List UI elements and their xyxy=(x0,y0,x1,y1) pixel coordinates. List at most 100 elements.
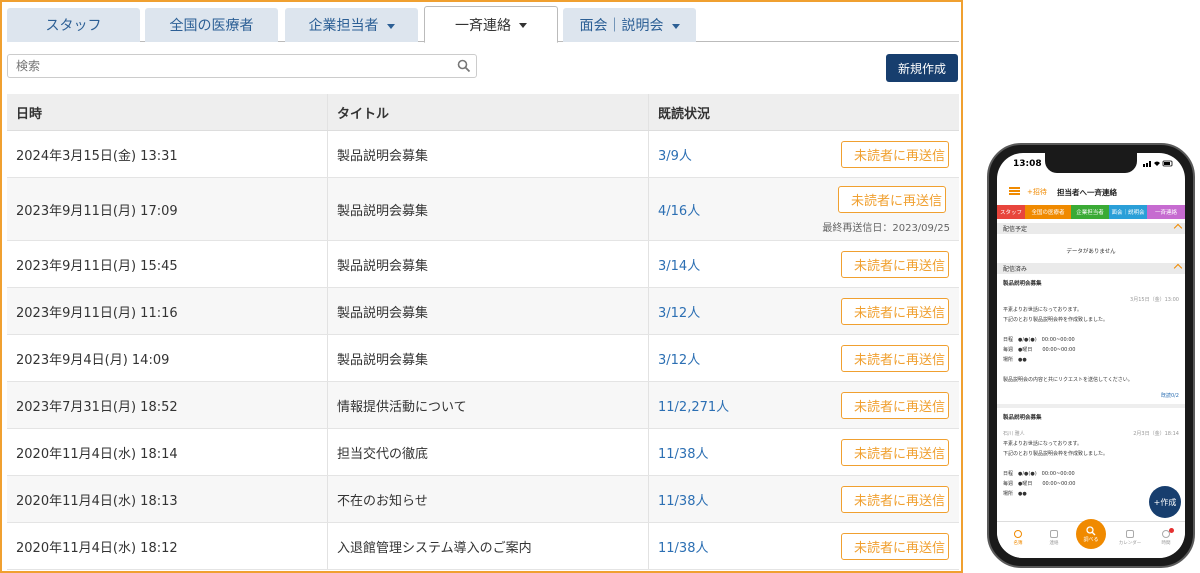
table-row[interactable]: 2024年3月15日(金) 13:31 製品説明会募集 3/9人 未読者に再送信 xyxy=(7,131,959,178)
message-line: 下記のとおり製品説明会枠を作成致しました。 xyxy=(1003,451,1109,457)
read-count-link[interactable]: 3/12人 xyxy=(658,302,700,321)
cell-datetime: 2023年9月4日(月) 14:09 xyxy=(7,335,328,381)
read-count-link[interactable]: 3/14人 xyxy=(658,255,700,274)
phone-tab[interactable]: スタッフ xyxy=(997,205,1025,219)
no-data-text: データがありません xyxy=(1066,249,1116,255)
mail-icon xyxy=(1050,530,1058,538)
cell-title: 製品説明会募集 xyxy=(328,178,649,240)
bottom-nav: 名簿 連絡 調べる カレンダー 時間 xyxy=(997,519,1185,558)
calendar-icon xyxy=(1126,530,1134,538)
phone-tab[interactable]: 一斉連絡 xyxy=(1147,205,1185,219)
cell-title: 入退館管理システム導入のご案内 xyxy=(328,523,649,569)
table-row[interactable]: 2023年7月31日(月) 18:52 情報提供活動について 11/2,271人 未読… xyxy=(7,382,959,429)
cell-datetime: 2024年3月15日(金) 13:31 xyxy=(7,131,328,177)
desktop-panel: スタッフ 全国の医療者 企業担当者 一斉連絡 面会｜説明会 新規作成 日時 タイ… xyxy=(0,0,963,573)
cell-title: 製品説明会募集 xyxy=(328,288,649,334)
chevron-down-icon xyxy=(671,23,680,29)
table-row[interactable]: 2023年9月11日(月) 15:45 製品説明会募集 3/14人 未読者に再送信 xyxy=(7,241,959,288)
read-count-link[interactable]: 3/9人 xyxy=(658,145,692,164)
nav-time[interactable]: 時間 xyxy=(1151,528,1181,546)
section-scheduled[interactable]: 配信予定 xyxy=(997,223,1185,234)
read-count-link[interactable]: 11/38人 xyxy=(658,443,708,462)
resend-button[interactable]: 未読者に再送信 xyxy=(841,533,949,560)
resend-button[interactable]: 未読者に再送信 xyxy=(841,251,949,278)
read-count-link[interactable]: 11/38人 xyxy=(658,490,708,509)
message-detail: 場所 ●● xyxy=(1003,491,1027,497)
read-count-link[interactable]: 11/38人 xyxy=(658,537,708,556)
nav-roster[interactable]: 名簿 xyxy=(1003,530,1033,546)
phone-tab[interactable]: 全国の医療者 xyxy=(1025,205,1071,219)
message-title: 製品説明会募集 xyxy=(1003,281,1042,287)
cell-datetime: 2023年9月11日(月) 15:45 xyxy=(7,241,328,287)
message-detail: 場所 ●● xyxy=(1003,357,1027,363)
read-count-link[interactable]: 3/12人 xyxy=(658,349,700,368)
phone-clock: 13:08 xyxy=(1013,159,1042,169)
table-row[interactable]: 2023年9月4日(月) 14:09 製品説明会募集 3/12人 未読者に再送信 xyxy=(7,335,959,382)
phone-tab[interactable]: 企業担当者 xyxy=(1071,205,1109,219)
cell-datetime: 2020年11月4日(水) 18:14 xyxy=(7,429,328,475)
invite-link[interactable]: +招待 xyxy=(1027,187,1047,197)
message-sender: 石川 雅人 xyxy=(1003,431,1025,437)
new-button[interactable]: 新規作成 xyxy=(886,54,958,82)
table-row[interactable]: 2020年11月4日(水) 18:13 不在のお知らせ 11/38人 未読者に再送信 xyxy=(7,476,959,523)
chevron-up-icon xyxy=(1173,223,1183,233)
cell-title: 不在のお知らせ xyxy=(328,476,649,522)
search-icon[interactable] xyxy=(457,59,471,73)
resend-button[interactable]: 未読者に再送信 xyxy=(841,298,949,325)
nav-contact[interactable]: 連絡 xyxy=(1039,530,1069,546)
tab-bar: スタッフ 全国の医療者 企業担当者 一斉連絡 面会｜説明会 xyxy=(7,6,959,43)
table-body: 2024年3月15日(金) 13:31 製品説明会募集 3/9人 未読者に再送信 202… xyxy=(7,131,959,570)
message-detail: 日程 ●/●(●) 00:00~00:00 xyxy=(1003,471,1075,477)
read-count-link[interactable]: 4/16人 xyxy=(658,200,700,219)
search-input[interactable] xyxy=(7,54,477,78)
nav-search[interactable]: 調べる xyxy=(1076,519,1106,549)
chevron-down-icon xyxy=(386,23,395,29)
message-read-count[interactable]: 既読0/2 xyxy=(1161,392,1179,399)
resend-button[interactable]: 未読者に再送信 xyxy=(841,392,949,419)
nav-calendar[interactable]: カレンダー xyxy=(1115,530,1145,546)
resend-button[interactable]: 未読者に再送信 xyxy=(841,141,949,168)
table-row[interactable]: 2020年11月4日(水) 18:12 入退館管理システム導入のご案内 11/38人… xyxy=(7,523,959,570)
phone-tab[interactable]: 面会｜説明会 xyxy=(1109,205,1147,219)
broadcast-table: 日時 タイトル 既読状況 2024年3月15日(金) 13:31 製品説明会募集 3… xyxy=(7,94,959,570)
resend-button[interactable]: 未読者に再送信 xyxy=(838,186,946,213)
column-header-title: タイトル xyxy=(328,94,649,130)
cell-datetime: 2020年11月4日(水) 18:13 xyxy=(7,476,328,522)
create-fab[interactable]: +作成 xyxy=(1149,486,1181,518)
tab-medical-nationwide[interactable]: 全国の医療者 xyxy=(145,8,278,42)
table-row[interactable]: 2023年9月11日(月) 17:09 製品説明会募集 4/16人 未読者に再送信 最終… xyxy=(7,178,959,241)
cell-title: 製品説明会募集 xyxy=(328,241,649,287)
cell-title: 製品説明会募集 xyxy=(328,131,649,177)
search-icon xyxy=(1086,525,1096,535)
phone-tab-bar: スタッフ 全国の医療者 企業担当者 面会｜説明会 一斉連絡 xyxy=(997,205,1185,219)
read-count-link[interactable]: 11/2,271人 xyxy=(658,396,729,415)
tab-meeting[interactable]: 面会｜説明会 xyxy=(563,8,696,42)
section-sent[interactable]: 配信済み xyxy=(997,263,1185,274)
tab-broadcast[interactable]: 一斉連絡 xyxy=(424,6,558,43)
phone-mockup: 13:08 +招待 担当者へ一斉連絡 スタッフ 全国の医療者 企業担当者 面会｜説明会… xyxy=(987,143,1195,568)
cell-title: 担当交代の徹底 xyxy=(328,429,649,475)
message-detail: 毎週 ●曜日 00:00~00:00 xyxy=(1003,481,1076,487)
resend-button[interactable]: 未読者に再送信 xyxy=(841,345,949,372)
menu-icon[interactable] xyxy=(1009,187,1020,195)
table-header: 日時 タイトル 既読状況 xyxy=(7,94,959,131)
notification-badge xyxy=(1169,528,1174,533)
resend-button[interactable]: 未読者に再送信 xyxy=(841,439,949,466)
table-row[interactable]: 2023年9月11日(月) 11:16 製品説明会募集 3/12人 未読者に再送信 xyxy=(7,288,959,335)
person-icon xyxy=(1014,530,1022,538)
tab-staff[interactable]: スタッフ xyxy=(7,8,140,42)
phone-notch xyxy=(1045,153,1137,173)
tab-company-rep[interactable]: 企業担当者 xyxy=(285,8,418,42)
message-request: 製品説明会の内容と共にリクエストを送信してください。 xyxy=(1003,377,1133,383)
table-row[interactable]: 2020年11月4日(水) 18:14 担当交代の徹底 11/38人 未読者に再送信 xyxy=(7,429,959,476)
cell-title: 製品説明会募集 xyxy=(328,335,649,381)
message-line: 下記のとおり製品説明会枠を作成致しました。 xyxy=(1003,317,1109,323)
resend-button[interactable]: 未読者に再送信 xyxy=(841,486,949,513)
message-date: 3月15日（金）13:00 xyxy=(1130,297,1179,303)
phone-screen: 13:08 +招待 担当者へ一斉連絡 スタッフ 全国の医療者 企業担当者 面会｜説明会… xyxy=(997,153,1185,558)
chevron-up-icon xyxy=(1173,263,1183,273)
status-icons xyxy=(1143,160,1173,167)
last-resend-date: 最終再送信日：2023/09/25 xyxy=(822,223,950,234)
phone-title: 担当者へ一斉連絡 xyxy=(1057,188,1117,197)
message-detail: 毎週 ●曜日 00:00~00:00 xyxy=(1003,347,1076,353)
